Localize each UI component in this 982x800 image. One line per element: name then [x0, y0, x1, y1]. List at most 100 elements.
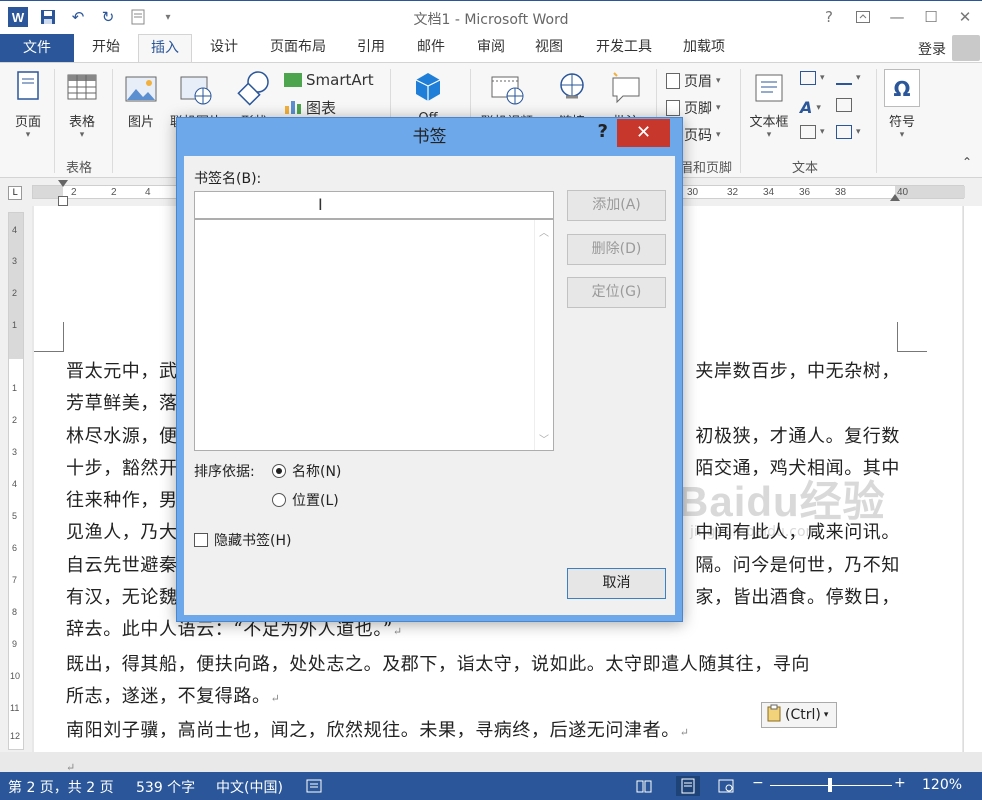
comment-icon: [608, 69, 644, 107]
right-indent-marker[interactable]: [890, 194, 900, 201]
page-count-status[interactable]: 第 2 页，共 2 页: [8, 777, 114, 797]
dialog-close-button[interactable]: ✕: [617, 119, 670, 147]
goto-button[interactable]: 定位(G): [567, 277, 666, 308]
print-layout-icon[interactable]: [676, 776, 700, 796]
smartart-button[interactable]: SmartArt: [284, 71, 374, 89]
header-button[interactable]: 页眉 ▾: [666, 71, 721, 91]
word-count-status[interactable]: 539 个字: [136, 777, 195, 797]
bookmark-list[interactable]: ︿ ﹀: [194, 219, 554, 451]
zoom-level[interactable]: 120%: [922, 777, 962, 793]
footer-icon: [666, 100, 680, 116]
bookmark-name-input[interactable]: [194, 191, 554, 219]
vertical-scrollbar[interactable]: [963, 206, 982, 752]
add-button[interactable]: 添加(A): [567, 190, 666, 221]
page-button[interactable]: 页面 ▾: [8, 69, 48, 140]
macro-record-icon[interactable]: [306, 778, 322, 798]
page-dropdown-icon: ▾: [25, 130, 31, 140]
first-line-indent-marker[interactable]: [58, 180, 68, 187]
page-icon: [10, 69, 46, 107]
online-picture-icon: [178, 69, 214, 107]
drop-cap-icon[interactable]: ▾: [800, 125, 825, 139]
tab-design[interactable]: 设计: [200, 34, 248, 62]
vertical-ruler: 4 3 2 1 1 2 3 4 5 6 7 8 9 10 11 12: [0, 206, 32, 752]
picture-button[interactable]: 图片: [120, 69, 162, 130]
quick-parts-icon[interactable]: ▾: [800, 71, 825, 85]
ribbon-display-icon[interactable]: [846, 1, 880, 33]
ruler-tick: 3: [12, 447, 18, 457]
tab-home[interactable]: 开始: [80, 34, 132, 62]
ribbon-separator: [54, 69, 55, 173]
header-icon: [666, 73, 680, 89]
language-status[interactable]: 中文(中国): [216, 777, 283, 797]
ruler-tick: 2: [71, 187, 77, 198]
scroll-up-icon[interactable]: ︿: [535, 224, 553, 239]
bookmark-name-label: 书签名(B):: [194, 171, 262, 187]
hanging-indent-marker[interactable]: [58, 196, 68, 206]
chart-button[interactable]: 图表: [284, 97, 336, 118]
tab-page-layout[interactable]: 页面布局: [262, 34, 334, 62]
vertical-ruler-strip[interactable]: 4 3 2 1 1 2 3 4 5 6 7 8 9 10 11 12: [8, 212, 24, 750]
zoom-in-button[interactable]: +: [894, 775, 906, 791]
ruler-tick: 1: [12, 320, 18, 330]
textbox-dropdown-icon: ▾: [766, 130, 772, 140]
tab-file[interactable]: 文件: [0, 34, 74, 62]
tab-selector-icon[interactable]: L: [8, 186, 22, 200]
symbol-button[interactable]: Ω 符号 ▾: [882, 69, 922, 140]
web-layout-icon[interactable]: [718, 778, 734, 798]
dialog-help-button[interactable]: ?: [598, 121, 608, 142]
textbox-icon: [751, 69, 787, 107]
ruler-tick: 12: [10, 731, 21, 741]
tab-references[interactable]: 引用: [348, 34, 394, 62]
ruler-tick: 6: [12, 543, 18, 553]
smartart-icon: [284, 73, 302, 87]
table-button[interactable]: 表格 ▾: [60, 69, 104, 140]
collapse-ribbon-icon[interactable]: ⌃: [962, 155, 972, 169]
ruler-tick: 2: [111, 187, 117, 198]
paste-options-button[interactable]: (Ctrl) ▾: [761, 702, 837, 728]
sort-by-location-radio[interactable]: 位置(L): [272, 490, 339, 510]
help-button[interactable]: ?: [812, 1, 846, 33]
hidden-bookmarks-checkbox[interactable]: 隐藏书签(H): [194, 530, 291, 550]
tab-review[interactable]: 审阅: [468, 34, 514, 62]
zoom-slider-thumb[interactable]: [828, 778, 832, 792]
bookmark-list-scrollbar[interactable]: ︿ ﹀: [534, 220, 553, 450]
text-fragment: 中闻有此人，咸来问讯。: [695, 522, 900, 544]
maximize-icon[interactable]: ☐: [914, 1, 948, 33]
link-icon: [554, 69, 590, 107]
tab-developer[interactable]: 开发工具: [586, 34, 662, 62]
wordart-icon[interactable]: A ▾: [800, 98, 821, 117]
scroll-down-icon[interactable]: ﹀: [535, 431, 553, 446]
read-mode-icon[interactable]: [636, 778, 652, 798]
footer-button[interactable]: 页脚 ▾: [666, 98, 721, 118]
ruler-tick: 36: [799, 187, 811, 198]
tab-mailings[interactable]: 邮件: [408, 34, 454, 62]
date-time-icon[interactable]: [836, 98, 852, 112]
text-fragment: [660, 485, 900, 517]
ruler-tick: 2: [12, 288, 18, 298]
tab-view[interactable]: 视图: [526, 34, 572, 62]
ruler-tick: 3: [12, 256, 18, 266]
textbox-button[interactable]: 文本框 ▾: [744, 69, 794, 140]
window-controls: ? — ☐ ✕: [812, 1, 982, 33]
minimize-icon[interactable]: —: [880, 1, 914, 33]
object-icon[interactable]: ▾: [836, 125, 861, 139]
close-window-icon[interactable]: ✕: [948, 1, 982, 33]
tab-insert[interactable]: 插入: [138, 34, 192, 62]
picture-icon: [123, 69, 159, 107]
ruler-tick: 38: [835, 187, 847, 198]
cancel-button[interactable]: 取消: [567, 568, 666, 599]
margin-corner-mark: [897, 322, 927, 352]
text-fragment: 夹岸数百步，中无杂树，: [695, 361, 900, 382]
delete-button[interactable]: 删除(D): [567, 234, 666, 265]
login-link[interactable]: 登录: [918, 39, 946, 59]
signature-line-icon[interactable]: ▾: [836, 71, 861, 85]
sort-by-name-radio[interactable]: 名称(N): [272, 461, 341, 481]
chevron-down-icon: ▾: [823, 710, 829, 720]
ruler-tick: 4: [145, 187, 151, 198]
ribbon-separator: [740, 69, 741, 173]
avatar[interactable]: [952, 35, 980, 61]
bookmark-dialog: 书签 ? ✕ 书签名(B): ︿ ﹀ 添加(A) 删除(D) 定位(G) 排序依…: [176, 117, 683, 622]
tab-addins[interactable]: 加载项: [674, 34, 734, 62]
zoom-out-button[interactable]: −: [752, 775, 764, 791]
ruler-tick: 10: [10, 671, 21, 681]
